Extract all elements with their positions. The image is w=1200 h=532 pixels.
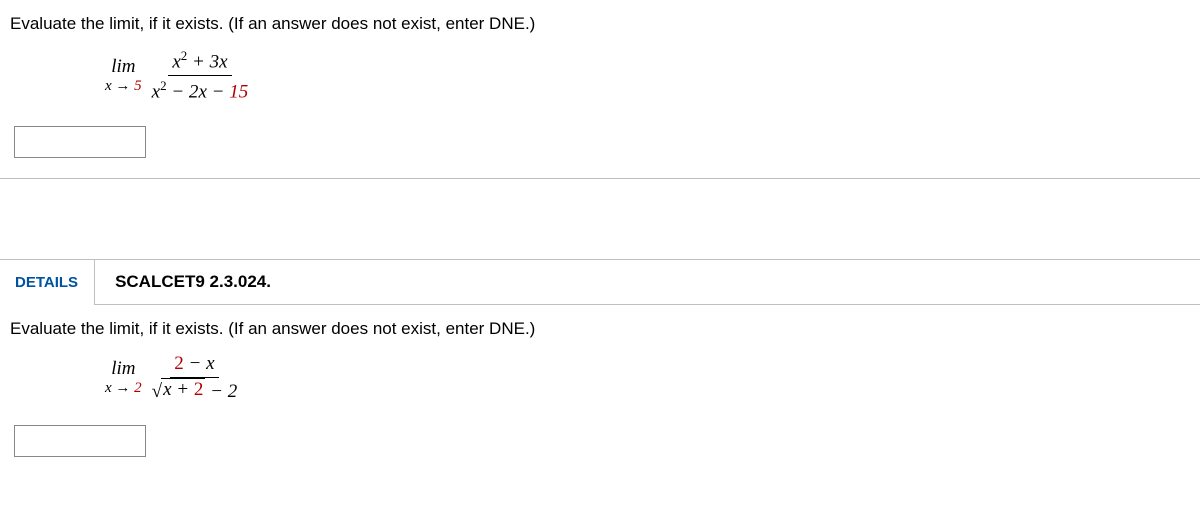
fraction-2: 2 − x x + 2 − 2: [148, 353, 242, 403]
limit-notation: lim x → 5: [105, 57, 142, 94]
numerator-2: 2 − x: [170, 353, 218, 378]
separator: [0, 178, 1200, 179]
question-1-formula: lim x → 5 x2 + 3x x2 − 2x − 15: [105, 48, 1190, 104]
question-2: Evaluate the limit, if it exists. (If an…: [0, 305, 1200, 477]
details-button[interactable]: DETAILS: [0, 260, 95, 305]
answer-input-1-wrapper: [14, 126, 1190, 158]
answer-input-1[interactable]: [14, 126, 146, 158]
question-1: Evaluate the limit, if it exists. (If an…: [0, 0, 1200, 178]
question-2-formula: lim x → 2 2 − x x + 2 − 2: [105, 353, 1190, 403]
denominator: x2 − 2x − 15: [148, 76, 253, 103]
numerator: x2 + 3x: [168, 48, 231, 76]
limit-notation-2: lim x → 2: [105, 359, 142, 396]
denominator-2: x + 2 − 2: [148, 378, 242, 403]
question-1-prompt: Evaluate the limit, if it exists. (If an…: [10, 14, 1190, 34]
answer-input-2[interactable]: [14, 425, 146, 457]
question-2-prompt: Evaluate the limit, if it exists. (If an…: [10, 319, 1190, 339]
question-header: DETAILS SCALCET9 2.3.024.: [0, 259, 1200, 305]
question-reference: SCALCET9 2.3.024.: [115, 272, 271, 292]
answer-input-2-wrapper: [14, 425, 1190, 457]
fraction-1: x2 + 3x x2 − 2x − 15: [148, 48, 253, 104]
